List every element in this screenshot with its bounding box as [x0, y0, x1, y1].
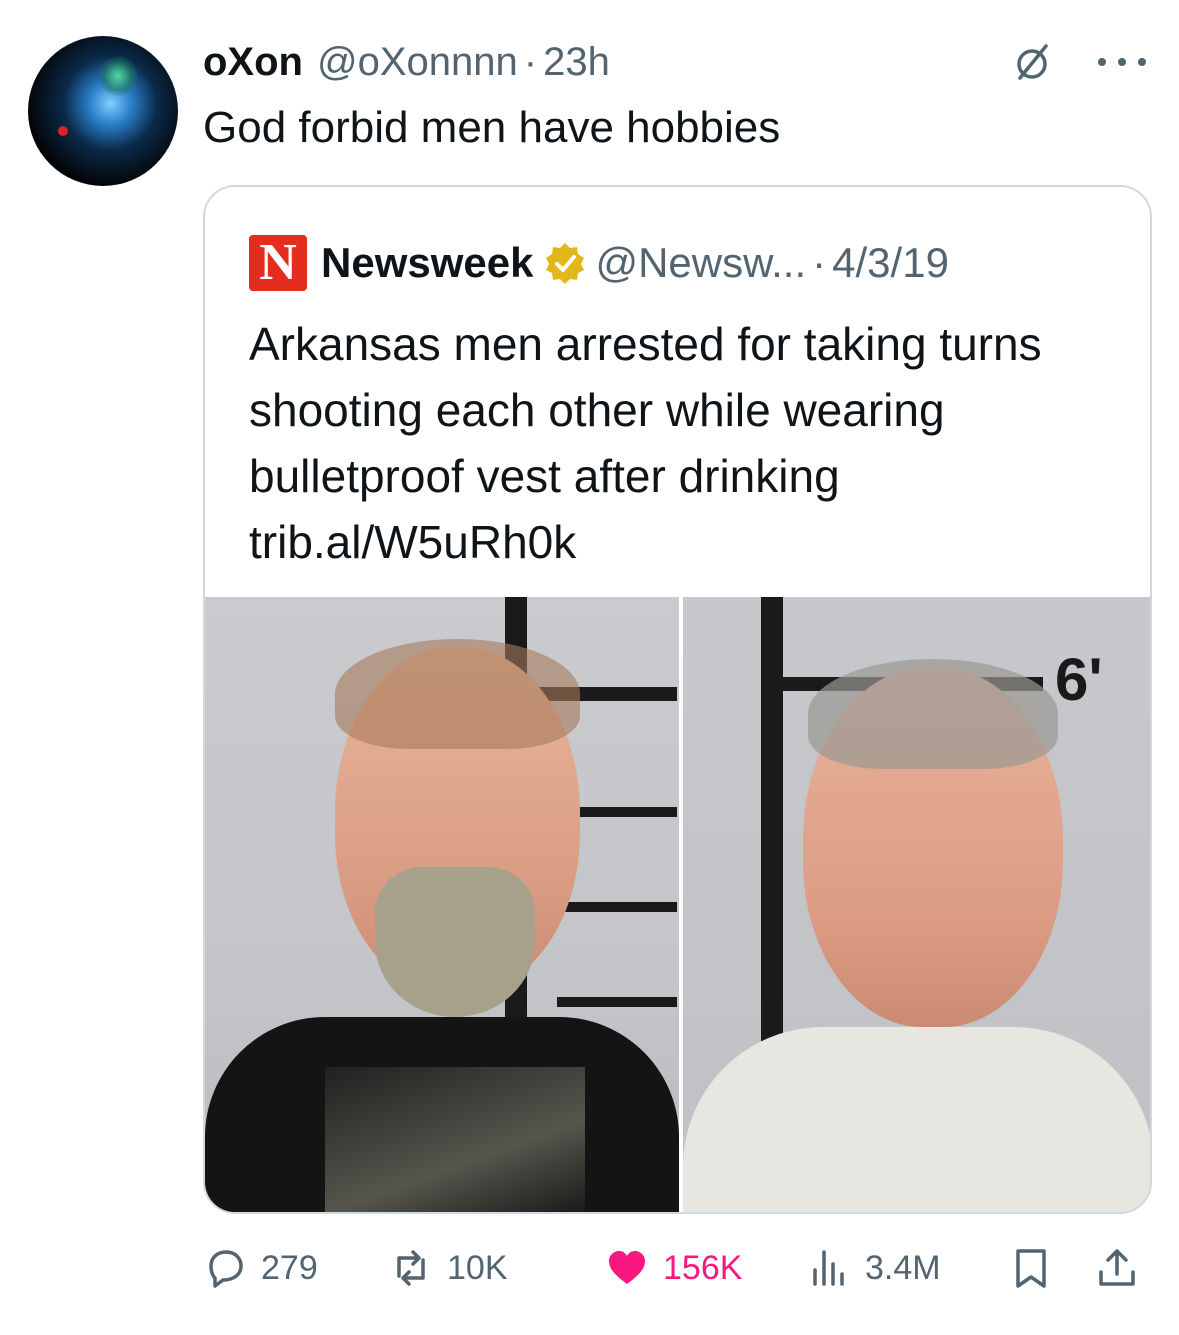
share-button[interactable]	[1095, 1240, 1153, 1296]
separator-dot: ·	[812, 239, 827, 286]
like-button[interactable]: 156K	[605, 1240, 742, 1296]
newsweek-logo-icon: N	[249, 235, 307, 291]
share-icon	[1099, 1249, 1135, 1286]
quoted-date[interactable]: 4/3/19	[832, 239, 949, 287]
tweet-actions: 279 10K 156K 3.4M	[203, 1240, 1153, 1296]
views-button[interactable]: 3.4M	[807, 1240, 941, 1296]
repost-count: 10K	[447, 1248, 508, 1287]
mugshot-right[interactable]: 6'	[683, 597, 1150, 1212]
mugshot-left[interactable]	[205, 597, 679, 1212]
tweet-header: oXon @oXonnnn · 23h	[203, 38, 610, 86]
like-count: 156K	[663, 1248, 743, 1287]
bookmark-icon	[1016, 1249, 1046, 1288]
tweet-time[interactable]: 23h	[543, 40, 610, 85]
quoted-media[interactable]: 6'	[205, 597, 1150, 1212]
repost-icon	[397, 1250, 425, 1286]
quoted-tweet[interactable]: N Newsweek @Newsw... · 4/3/19 Arkansas m…	[203, 185, 1152, 1214]
verified-badge-icon	[546, 243, 585, 284]
more-icon[interactable]	[1098, 50, 1146, 74]
author-avatar[interactable]	[28, 36, 178, 186]
tweet-text: God forbid men have hobbies	[203, 103, 781, 152]
tweet[interactable]: oXon @oXonnnn · 23h God forbid men have …	[0, 0, 1179, 1335]
reply-icon	[209, 1250, 243, 1288]
height-marker-label: 6'	[1055, 646, 1103, 713]
grok-icon[interactable]	[1010, 40, 1054, 84]
separator-dot: ·	[523, 39, 538, 84]
views-icon	[813, 1250, 844, 1286]
views-count: 3.4M	[865, 1248, 941, 1287]
quoted-tweet-header: N Newsweek @Newsw... · 4/3/19	[249, 235, 949, 291]
author-display-name[interactable]: oXon	[203, 40, 303, 85]
reply-count: 279	[261, 1248, 318, 1287]
repost-button[interactable]: 10K	[389, 1240, 508, 1296]
quoted-handle[interactable]: @Newsw...	[595, 239, 806, 287]
like-icon	[609, 1251, 645, 1284]
reply-button[interactable]: 279	[203, 1240, 318, 1296]
quoted-tweet-text: Arkansas men arrested for taking turns s…	[249, 318, 1042, 568]
author-handle[interactable]: @oXonnnn	[317, 40, 518, 85]
bookmark-button[interactable]	[1009, 1240, 1067, 1296]
quoted-display-name[interactable]: Newsweek	[321, 239, 533, 287]
